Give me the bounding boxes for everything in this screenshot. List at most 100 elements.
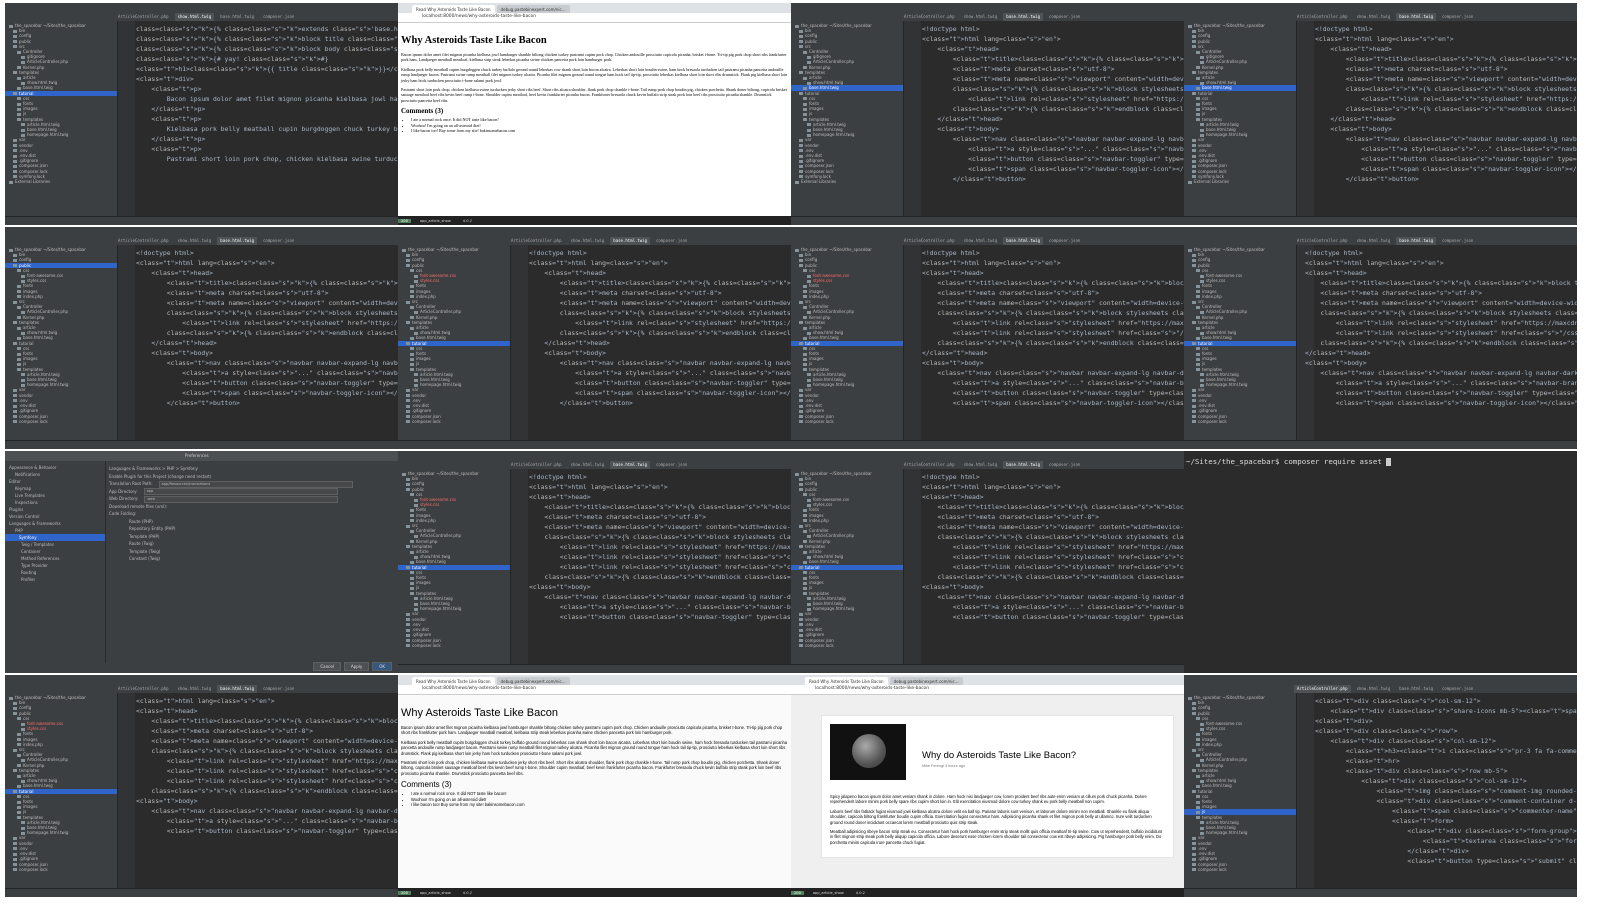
- settings-row[interactable]: Translation Root Path: app/Resources/tran…: [109, 480, 392, 488]
- browser-tab[interactable]: debug.pastebinexpert.com/nic...: [496, 677, 570, 685]
- editor-tab[interactable]: composer.json: [1046, 237, 1083, 245]
- settings-nav-item[interactable]: Method References: [5, 555, 105, 562]
- code-editor[interactable]: <!doctype html> <class="t">html lang=clas…: [922, 469, 1184, 665]
- editor-tab[interactable]: ArticleController.php: [115, 13, 172, 21]
- editor-tab[interactable]: composer.json: [260, 685, 297, 693]
- editor-tab[interactable]: base.html.twig: [1396, 685, 1436, 693]
- settings-nav-item[interactable]: Appearance & Behavior: [5, 464, 105, 471]
- editor-tab[interactable]: base.html.twig: [217, 237, 258, 245]
- path-field[interactable]: app: [143, 488, 338, 495]
- settings-nav-item[interactable]: Type Provider: [5, 562, 105, 569]
- browser-tab-active[interactable]: Read Why Asteroids Taste Like Bacon: [805, 677, 888, 685]
- browser-tab-active[interactable]: Read Why Asteroids Taste Like Bacon: [412, 5, 495, 13]
- editor-tab[interactable]: show.html.twig: [175, 237, 215, 245]
- settings-row[interactable]: Constant (Twig): [109, 555, 392, 563]
- settings-nav-item[interactable]: Keymap: [5, 485, 105, 492]
- editor-tab[interactable]: ArticleController.php: [901, 13, 958, 21]
- debug-version[interactable]: 4.0.2: [460, 219, 475, 223]
- editor-tab[interactable]: base.html.twig: [610, 237, 651, 245]
- path-field[interactable]: app/Resources/translations: [158, 480, 353, 488]
- settings-row[interactable]: Repository Entity (PHP): [109, 525, 392, 533]
- editor-tab[interactable]: base.html.twig: [1396, 13, 1437, 21]
- browser-tab[interactable]: debug.pastebinexpert.com/nic...: [889, 677, 963, 685]
- debug-route[interactable]: app_article_show: [417, 219, 454, 223]
- tree-item[interactable]: composer.lock: [5, 867, 117, 872]
- editor-tab[interactable]: composer.json: [1439, 13, 1476, 21]
- path-field[interactable]: web: [144, 495, 339, 503]
- editor-tab[interactable]: ArticleController.php: [1294, 237, 1351, 245]
- editor-tab[interactable]: base.html.twig: [217, 13, 257, 21]
- tree-item[interactable]: External Libraries: [791, 179, 903, 184]
- debug-route[interactable]: app_article_show: [417, 891, 454, 895]
- settings-nav-item[interactable]: Profiler: [5, 576, 105, 583]
- editor-tab[interactable]: show.html.twig: [1354, 237, 1394, 245]
- settings-nav-item[interactable]: Symfony: [5, 534, 105, 541]
- editor-tab[interactable]: show.html.twig: [568, 237, 608, 245]
- editor-tab[interactable]: show.html.twig: [1354, 685, 1394, 693]
- settings-nav-item[interactable]: Plugins: [5, 506, 105, 513]
- settings-row[interactable]: App Directory: app: [109, 488, 392, 495]
- ok-button[interactable]: OK: [372, 662, 392, 671]
- debug-version[interactable]: 4.0.2: [460, 891, 475, 895]
- tree-item[interactable]: composer.lock: [398, 419, 510, 424]
- tree-item[interactable]: composer.lock: [791, 419, 903, 424]
- settings-nav-item[interactable]: Editor: [5, 478, 105, 485]
- editor-tab[interactable]: composer.json: [260, 13, 297, 21]
- tree-item[interactable]: composer.lock: [1184, 867, 1296, 872]
- code-editor[interactable]: <!doctype html> <class="t">html lang=clas…: [922, 245, 1184, 441]
- code-editor[interactable]: <!doctype html> <class="t">html lang=clas…: [529, 245, 791, 441]
- editor-tab[interactable]: show.html.twig: [961, 13, 1001, 21]
- code-editor[interactable]: <!doctype html> <class="t">html lang=clas…: [1315, 21, 1577, 217]
- editor-tab[interactable]: composer.json: [1439, 237, 1476, 245]
- settings-row[interactable]: Template (PHP): [109, 533, 392, 541]
- settings-nav-item[interactable]: PHP: [5, 527, 105, 534]
- editor-tab[interactable]: ArticleController.php: [901, 237, 958, 245]
- editor-tab[interactable]: ArticleController.php: [901, 461, 958, 469]
- browser-tab[interactable]: debug.pastebinexpert.com/nic...: [496, 5, 570, 13]
- settings-nav-item[interactable]: Live Templates: [5, 492, 105, 499]
- settings-nav-item[interactable]: Notifications: [5, 471, 105, 478]
- settings-nav-item[interactable]: Container: [5, 548, 105, 555]
- editor-tab[interactable]: composer.json: [653, 461, 690, 469]
- apply-button[interactable]: Apply: [343, 662, 370, 671]
- editor-tab[interactable]: base.html.twig: [1396, 237, 1437, 245]
- cancel-button[interactable]: Cancel: [313, 662, 341, 671]
- code-editor[interactable]: <!doctype html> <class="t">html lang=clas…: [529, 469, 791, 665]
- editor-tab[interactable]: show.html.twig: [568, 461, 608, 469]
- settings-nav-item[interactable]: Routing: [5, 569, 105, 576]
- editor-tab[interactable]: ArticleController.php: [1294, 685, 1351, 693]
- tree-item[interactable]: composer.lock: [1184, 419, 1296, 424]
- tree-item[interactable]: composer.lock: [5, 419, 117, 424]
- code-editor[interactable]: class=class="s">"k">{% class=class="s">"…: [136, 21, 398, 217]
- terminal-command[interactable]: ~/Sites/the_spacebar$ composer require a…: [1186, 457, 1392, 466]
- tree-item[interactable]: External Libraries: [1184, 179, 1296, 184]
- code-editor[interactable]: <!doctype html> <class="t">html lang=clas…: [922, 21, 1184, 217]
- tree-item[interactable]: composer.lock: [791, 643, 903, 648]
- debug-status[interactable]: 200: [398, 218, 411, 223]
- debug-status[interactable]: 200: [791, 890, 804, 895]
- editor-tab[interactable]: ArticleController.php: [508, 461, 565, 469]
- editor-tab[interactable]: show.html.twig: [174, 13, 215, 21]
- code-editor[interactable]: <!doctype html> <class="t">html lang=clas…: [136, 245, 398, 441]
- editor-tab[interactable]: ArticleController.php: [115, 685, 172, 693]
- editor-tab[interactable]: show.html.twig: [961, 461, 1001, 469]
- debug-status[interactable]: 200: [398, 890, 411, 895]
- debug-version[interactable]: 4.0.2: [853, 891, 868, 895]
- settings-row[interactable]: Code Folding:: [109, 510, 392, 518]
- browser-tab-active[interactable]: Read Why Asteroids Taste Like Bacon: [412, 677, 495, 685]
- debug-route[interactable]: app_article_show: [810, 891, 847, 895]
- editor-tab[interactable]: ArticleController.php: [115, 237, 172, 245]
- editor-tab[interactable]: ArticleController.php: [1294, 13, 1351, 21]
- editor-tab[interactable]: base.html.twig: [1003, 237, 1044, 245]
- editor-tab[interactable]: base.html.twig: [217, 685, 258, 693]
- editor-tab[interactable]: base.html.twig: [1003, 461, 1044, 469]
- settings-row[interactable]: Download remote files (xml):: [109, 503, 392, 511]
- editor-tab[interactable]: show.html.twig: [1354, 13, 1394, 21]
- editor-tab[interactable]: base.html.twig: [610, 461, 651, 469]
- editor-tab[interactable]: composer.json: [1439, 685, 1476, 693]
- settings-row[interactable]: Enable Plugin for this Project (change n…: [109, 473, 392, 481]
- settings-row[interactable]: Web Directory: web: [109, 495, 392, 503]
- editor-tab[interactable]: show.html.twig: [961, 237, 1001, 245]
- code-editor[interactable]: <class="t">html lang=class="s">"en"> <cla…: [136, 693, 398, 889]
- tree-item[interactable]: composer.lock: [398, 643, 510, 648]
